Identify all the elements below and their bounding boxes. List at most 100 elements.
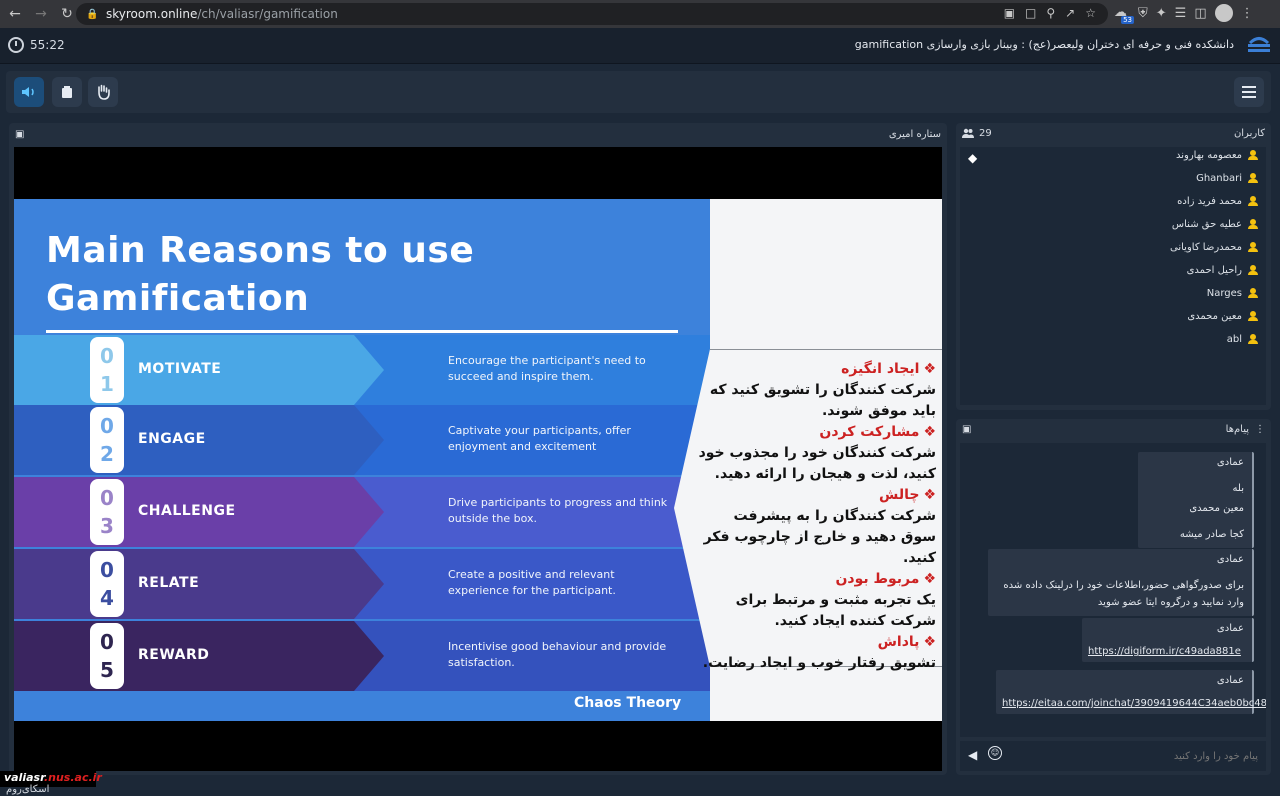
presentation-slide: Main Reasons to use Gamification 0 1 MOTIV… — [14, 199, 942, 721]
speaker-button[interactable] — [14, 77, 44, 107]
user-icon — [1248, 150, 1258, 160]
row-number-card: 04 — [90, 551, 124, 617]
user-icon — [1248, 173, 1258, 183]
row-digit-2: 1 — [100, 372, 114, 396]
user-icon — [1248, 311, 1258, 321]
persian-text: ❖ایجاد انگیزه شرکت کنندگان را تشویق کنید … — [696, 359, 936, 674]
puzzle-icon[interactable]: ✦ — [1156, 6, 1167, 21]
shield-icon[interactable]: ⛨ — [1138, 6, 1148, 21]
user-item[interactable]: معصومه بهاروند — [1176, 145, 1258, 165]
fa-heading: ❖مشارکت کردن — [696, 422, 936, 443]
fa-heading: ❖پاداش — [696, 632, 936, 653]
bookmark-star-icon[interactable]: ☆ — [1085, 6, 1096, 20]
zoom-icon[interactable]: ⚲ — [1046, 6, 1055, 20]
message-item: عمادی برای صدورگواهی حضور،اطلاعات خود را … — [988, 549, 1254, 616]
share-icon[interactable]: ↗ — [1065, 6, 1075, 20]
media-icon[interactable]: ☰ — [1175, 6, 1187, 21]
fa-body: تشویق رفتار خوب و ایجاد رضایت. — [702, 655, 936, 671]
skyroom-logo-icon — [1248, 37, 1270, 52]
watermark-part1: valiasr — [4, 771, 44, 784]
row-number-card: 03 — [90, 479, 124, 545]
message-link[interactable]: https://digiform.ir/c49ada881e — [1088, 646, 1244, 657]
sidepanel-icon[interactable]: ◫ — [1194, 6, 1206, 21]
row-number-card: 01 — [90, 337, 124, 403]
lock-icon: 🔒 — [86, 9, 99, 20]
user-name: Narges — [1206, 287, 1242, 299]
message-item: معین محمدی کجا صادر میشه — [1138, 498, 1254, 548]
chat-bubble-icon[interactable]: ▣ — [15, 129, 24, 140]
fa-heading: ❖مربوط بودن — [696, 569, 936, 590]
row-label: RELATE — [138, 575, 200, 591]
slide-title-line1: Main Reasons to use — [46, 230, 475, 271]
fa-heading: ❖ایجاد انگیزه — [696, 359, 936, 380]
footer-brand: اسکای‌روم — [6, 784, 50, 795]
menu-button[interactable] — [1234, 77, 1264, 107]
fa-body: شرکت کنندگان را به پیشرفت سوق دهید و خار… — [703, 508, 936, 566]
back-icon[interactable]: ← — [4, 3, 26, 25]
user-item[interactable]: محمدرضا کاویانی — [1170, 237, 1258, 257]
row-digit-2: 4 — [100, 586, 114, 610]
bullet-icon: ❖ — [923, 424, 936, 440]
title-underline — [46, 330, 678, 333]
user-item[interactable]: abl — [1227, 329, 1258, 349]
user-item[interactable]: Ghanbari — [1196, 168, 1258, 188]
address-bar[interactable]: 🔒 skyroom.online/ch/valiasr/gamification… — [76, 3, 1108, 25]
extension-badge: 53 — [1121, 16, 1134, 24]
messages-title: پیام‌ها — [1225, 423, 1249, 435]
user-name: محمدرضا کاویانی — [1170, 241, 1242, 253]
kebab-icon[interactable]: ⋮ — [1255, 424, 1265, 435]
video-header: ▣ ستاره امیری — [9, 123, 947, 145]
user-name: عطیه حق شناس — [1171, 218, 1242, 230]
user-item[interactable]: راحیل احمدی — [1187, 260, 1258, 280]
message-link[interactable]: https://eitaa.com/joinchat/3909419644C34… — [1002, 698, 1266, 709]
camera-icon[interactable]: ▣ — [1004, 6, 1015, 20]
session-timer: 55:22 — [8, 37, 65, 53]
reload-icon[interactable]: ↻ — [56, 3, 78, 25]
user-name: معین محمدی — [1187, 310, 1242, 322]
messages-header: ▣ پیام‌ها ⋮ — [956, 419, 1271, 439]
speaker-icon — [22, 87, 34, 97]
chat-icon: ▣ — [962, 423, 972, 435]
users-panel: 29 کاربران ◆ معصومه بهاروند Ghanbari محمد … — [956, 123, 1271, 410]
slide-title: Main Reasons to use Gamification — [46, 227, 474, 323]
user-item[interactable]: عطیه حق شناس — [1172, 214, 1258, 234]
user-item[interactable]: معین محمدی — [1187, 306, 1258, 326]
message-composer: ◀ ☺ — [960, 741, 1266, 771]
send-icon[interactable]: ◀ — [968, 748, 977, 762]
control-toolbar — [6, 71, 1271, 113]
slide-title-line2: Gamification — [46, 278, 310, 319]
profile-avatar[interactable] — [1214, 4, 1233, 22]
extension-icon[interactable]: ☁ 53 — [1114, 5, 1134, 24]
message-item: عمادی https://digiform.ir/c49ada881e — [1082, 618, 1254, 662]
user-item[interactable]: Narges — [1207, 283, 1258, 303]
translate-icon[interactable]: □ — [1025, 6, 1036, 20]
row-description: Captivate your participants, offer enjoy… — [448, 424, 631, 453]
row-description: Encourage the participant's need to succ… — [448, 354, 646, 383]
raise-hand-button[interactable] — [88, 77, 118, 107]
row-digit-2: 3 — [100, 514, 114, 538]
forward-icon[interactable]: → — [30, 3, 52, 25]
row-number-card: 05 — [90, 623, 124, 689]
row-digit-1: 0 — [100, 558, 114, 582]
room-title: دانشکده فنی و حرفه ای دختران ولیعصر(عج) … — [854, 38, 1234, 51]
user-item[interactable]: محمد فرید زاده — [1177, 191, 1258, 211]
bullet-icon: ❖ — [923, 487, 936, 503]
row-digit-1: 0 — [100, 344, 114, 368]
user-name: abl — [1226, 333, 1242, 345]
reason-row: 0 3 CHALLENGE Drive participants to progres… — [14, 477, 710, 547]
video-panel: ▣ ستاره امیری Main Reasons to use Gamifi… — [9, 123, 947, 775]
emoji-icon[interactable]: ☺ — [988, 746, 1002, 760]
users-icon — [962, 128, 974, 138]
message-input[interactable] — [1018, 747, 1258, 765]
share-screen-icon[interactable]: ◆ — [968, 151, 977, 165]
user-icon — [1248, 334, 1258, 344]
row-description: Drive participants to progress and think… — [448, 496, 668, 525]
row-label: REWARD — [138, 647, 210, 663]
fa-heading-text: چالش — [879, 487, 920, 503]
clipboard-button[interactable] — [52, 77, 82, 107]
row-number-card: 02 — [90, 407, 124, 473]
kebab-menu-icon[interactable]: ⋮ — [1241, 6, 1254, 21]
fa-heading: ❖چالش — [696, 485, 936, 506]
user-icon — [1248, 288, 1258, 298]
timer-value: 55:22 — [30, 38, 65, 52]
